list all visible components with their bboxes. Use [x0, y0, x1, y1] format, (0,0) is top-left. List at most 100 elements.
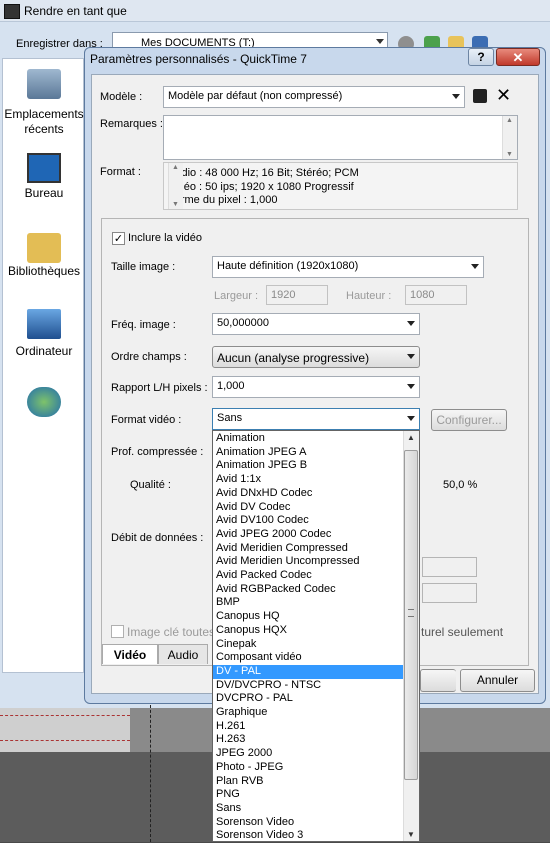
width-label: Largeur :	[214, 290, 259, 302]
frame-rate-label: Fréq. image :	[111, 319, 176, 331]
chevron-down-icon	[407, 384, 415, 389]
close-button[interactable]: ✕	[496, 48, 540, 66]
configure-button[interactable]: Configurer...	[431, 409, 507, 431]
format-audio: Audio : 48 000 Hz; 16 Bit; Stéréo; PCM	[168, 167, 359, 179]
dropdown-option[interactable]: Animation	[213, 432, 403, 446]
computer-icon[interactable]	[27, 309, 61, 339]
dropdown-option[interactable]: Avid DV Codec	[213, 501, 403, 515]
dropdown-option[interactable]: Cinepak	[213, 638, 403, 652]
dropdown-option[interactable]: Composant vidéo	[213, 651, 403, 665]
data-rate-input[interactable]	[422, 557, 477, 577]
delete-model-icon[interactable]: ✕	[496, 85, 511, 105]
ok-button[interactable]	[420, 669, 456, 692]
frame-rate-combo[interactable]: 50,000000	[212, 313, 420, 335]
place-desktop[interactable]: Bureau	[3, 186, 85, 201]
dropdown-option[interactable]: Avid Meridien Compressed	[213, 542, 403, 556]
dropdown-option[interactable]: Avid JPEG 2000 Codec	[213, 528, 403, 542]
field-order-combo[interactable]: Aucun (analyse progressive)	[212, 346, 420, 368]
natural-only-label: turel seulement	[421, 625, 504, 639]
remarks-label: Remarques :	[100, 118, 163, 130]
keyframe-checkbox[interactable]	[111, 625, 124, 638]
dropdown-option[interactable]: Canopus HQ	[213, 610, 403, 624]
recent-places-icon[interactable]	[27, 69, 61, 99]
app-icon	[4, 4, 20, 19]
dropdown-option[interactable]: Sans	[213, 802, 403, 816]
place-recent[interactable]: Emplacements récents	[3, 107, 85, 137]
dropdown-option[interactable]: Graphique	[213, 706, 403, 720]
model-combo[interactable]: Modèle par défaut (non compressé)	[163, 86, 465, 108]
dropdown-option[interactable]: JPEG 2000	[213, 747, 403, 761]
chevron-down-icon	[376, 39, 384, 44]
dropdown-option[interactable]: PNG	[213, 788, 403, 802]
height-input[interactable]: 1080	[405, 285, 467, 305]
include-video-checkbox[interactable]: ✓	[112, 232, 125, 245]
dropdown-scroll-thumb[interactable]	[404, 450, 418, 780]
dropdown-option[interactable]: DV/DVCPRO - NTSC	[213, 679, 403, 693]
places-bar: Emplacements récents Bureau Bibliothèque…	[2, 58, 84, 673]
scroll-up-icon[interactable]: ▲	[407, 433, 415, 442]
format-scrollbar[interactable]	[168, 163, 183, 209]
dropdown-option[interactable]: BMP	[213, 596, 403, 610]
remarks-textarea[interactable]	[163, 115, 518, 160]
desktop-icon[interactable]	[27, 153, 61, 183]
dropdown-option[interactable]: H.263	[213, 733, 403, 747]
dropdown-option[interactable]: Animation JPEG B	[213, 459, 403, 473]
place-libraries[interactable]: Bibliothèques	[3, 264, 85, 279]
frame-size-combo[interactable]: Haute définition (1920x1080)	[212, 256, 484, 278]
height-label: Hauteur :	[346, 290, 392, 302]
grip-icon	[408, 609, 414, 617]
libraries-icon[interactable]	[27, 233, 61, 263]
format-pixel: Forme du pixel : 1,000	[168, 194, 278, 206]
dropdown-option[interactable]: DV - PAL	[213, 664, 403, 679]
dropdown-option[interactable]: Avid DNxHD Codec	[213, 487, 403, 501]
tab-video[interactable]: Vidéo	[102, 644, 158, 664]
model-label: Modèle :	[100, 91, 143, 103]
video-format-combo[interactable]: Sans	[212, 408, 420, 430]
help-button[interactable]: ?	[468, 48, 494, 66]
depth-label: Prof. compressée :	[111, 446, 204, 458]
scroll-down-icon[interactable]: ▼	[407, 830, 415, 839]
outer-title-bar: Rendre en tant que	[0, 0, 550, 22]
dropdown-option[interactable]: Avid Meridien Uncompressed	[213, 555, 403, 569]
track-envelope-top	[0, 715, 130, 716]
dropdown-option[interactable]: Canopus HQX	[213, 624, 403, 638]
quality-label: Qualité :	[130, 479, 171, 491]
dropdown-option[interactable]: Animation JPEG A	[213, 446, 403, 460]
chevron-down-icon	[471, 264, 479, 269]
dropdown-option[interactable]: Avid DV100 Codec	[213, 514, 403, 528]
dropdown-option[interactable]: Plan RVB	[213, 775, 403, 789]
save-model-icon[interactable]	[473, 89, 487, 103]
cancel-button[interactable]: Annuler	[460, 669, 535, 692]
format-video: Vidéo : 50 ips; 1920 x 1080 Progressif	[168, 181, 354, 193]
dropdown-option[interactable]: Sorenson Video 3	[213, 829, 403, 843]
pixel-aspect-combo[interactable]: 1,000	[212, 376, 420, 398]
width-input[interactable]: 1920	[266, 285, 328, 305]
format-summary: Audio : 48 000 Hz; 16 Bit; Stéréo; PCM V…	[163, 162, 518, 210]
data-rate-input-2[interactable]	[422, 583, 477, 603]
frame-size-label: Taille image :	[111, 261, 176, 273]
field-order-value: Aucun (analyse progressive)	[217, 351, 370, 365]
tab-audio[interactable]: Audio	[158, 644, 208, 664]
dropdown-option[interactable]: Avid 1:1x	[213, 473, 403, 487]
timeline-cursor-line	[150, 700, 151, 842]
outer-title: Rendre en tant que	[24, 4, 127, 18]
dropdown-option[interactable]: Photo - JPEG	[213, 761, 403, 775]
data-rate-label: Débit de données :	[111, 532, 204, 544]
video-format-dropdown[interactable]: Animation Animation JPEG A Animation JPEG …	[212, 430, 420, 842]
dropdown-option[interactable]: H.261	[213, 720, 403, 734]
dropdown-option[interactable]: Avid Packed Codec	[213, 569, 403, 583]
format-label: Format :	[100, 166, 141, 178]
dropdown-option[interactable]: DVCPRO - PAL	[213, 692, 403, 706]
track-envelope	[0, 740, 130, 741]
remarks-scrollbar[interactable]	[502, 116, 517, 159]
quality-value: 50,0 %	[443, 479, 478, 491]
pixel-aspect-value: 1,000	[217, 380, 245, 392]
pixel-aspect-label: Rapport L/H pixels :	[111, 382, 208, 394]
frame-rate-value: 50,000000	[217, 317, 269, 329]
dropdown-option[interactable]: Sorenson Video	[213, 816, 403, 830]
field-order-label: Ordre champs :	[111, 351, 187, 363]
frame-size-value: Haute définition (1920x1080)	[217, 260, 359, 272]
dropdown-option[interactable]: Avid RGBPacked Codec	[213, 583, 403, 597]
network-icon[interactable]	[27, 387, 61, 417]
place-computer[interactable]: Ordinateur	[3, 344, 85, 359]
